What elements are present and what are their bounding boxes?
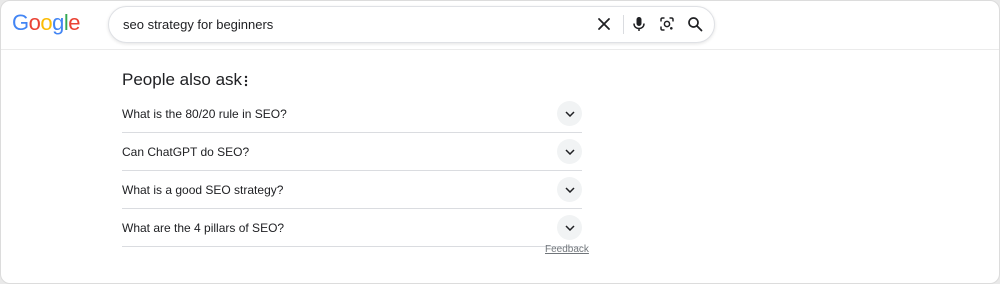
search-header: Google	[1, 1, 999, 50]
more-vert-icon	[244, 75, 248, 87]
logo-letter: o	[28, 10, 41, 35]
paa-question[interactable]: What is the 80/20 rule in SEO?	[122, 95, 582, 133]
question-text: What is the 80/20 rule in SEO?	[122, 107, 287, 121]
paa-question[interactable]: What is a good SEO strategy?	[122, 171, 582, 209]
logo-letter: e	[68, 10, 81, 35]
expand-button[interactable]	[557, 101, 582, 126]
logo-letter: o	[40, 10, 53, 35]
question-text: What is a good SEO strategy?	[122, 183, 284, 197]
camera-icon	[660, 17, 674, 31]
feedback-link[interactable]: Feedback	[545, 244, 589, 255]
voice-search-button[interactable]	[627, 12, 651, 36]
expand-button[interactable]	[557, 215, 582, 240]
search-box	[108, 6, 715, 43]
logo-letter: G	[12, 10, 29, 35]
question-text: Can ChatGPT do SEO?	[122, 145, 250, 159]
chevron-down-icon	[564, 110, 575, 117]
logo-letter: g	[52, 10, 64, 35]
chevron-down-icon	[564, 186, 575, 193]
google-logo[interactable]: Google	[12, 10, 81, 36]
question-text: What are the 4 pillars of SEO?	[122, 221, 285, 235]
more-options-button[interactable]	[238, 72, 254, 90]
close-icon	[598, 18, 610, 30]
expand-button[interactable]	[557, 139, 582, 164]
search-icon	[688, 17, 703, 32]
chevron-down-icon	[564, 148, 575, 155]
paa-question[interactable]: What are the 4 pillars of SEO?	[122, 209, 582, 247]
paa-question[interactable]: Can ChatGPT do SEO?	[122, 133, 582, 171]
search-button[interactable]	[683, 12, 707, 36]
search-divider	[623, 15, 624, 34]
lens-search-button[interactable]	[655, 12, 679, 36]
expand-button[interactable]	[557, 177, 582, 202]
microphone-icon	[633, 17, 645, 31]
clear-button[interactable]	[592, 12, 616, 36]
chevron-down-icon	[564, 224, 575, 231]
paa-heading: People also ask	[122, 70, 243, 89]
paa-question-list: What is the 80/20 rule in SEO? Can ChatG…	[122, 95, 582, 247]
browser-page: Google seo strategy for beginners People…	[0, 0, 1000, 284]
search-input[interactable]	[123, 7, 563, 42]
